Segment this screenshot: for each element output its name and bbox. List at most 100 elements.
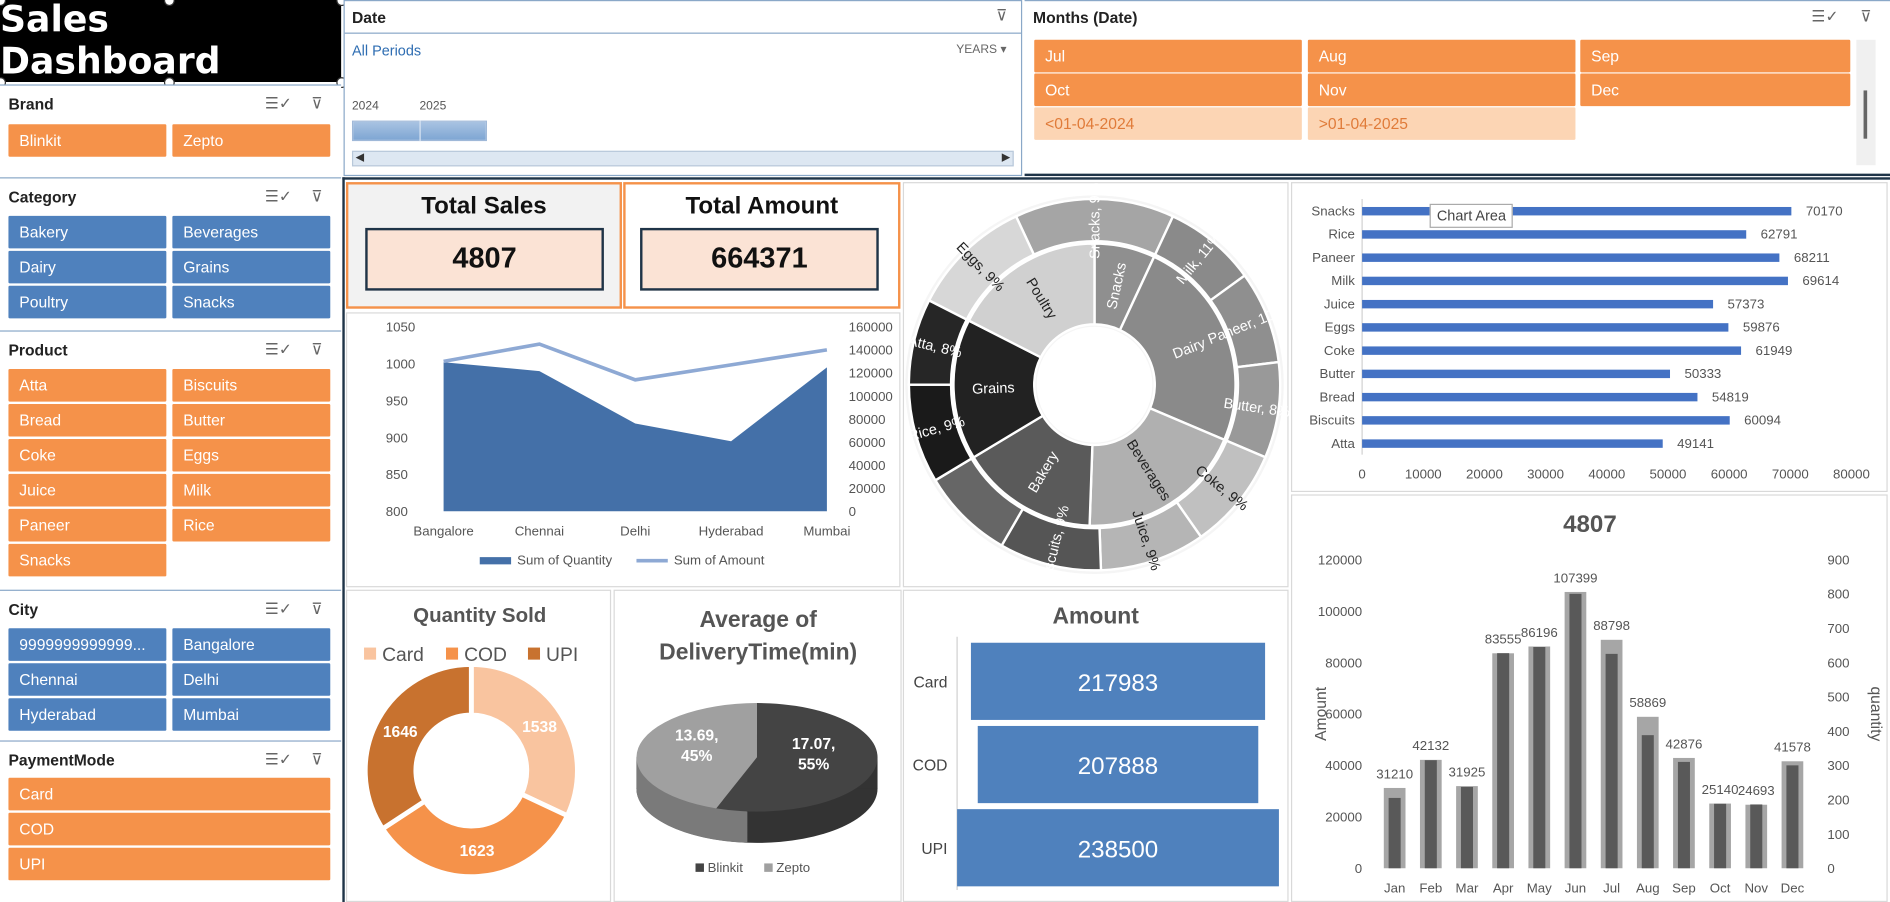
clear-filter-icon[interactable]: ⊽ [305,186,329,208]
quantity-bar[interactable] [1569,593,1582,869]
slicer-item-bangalore[interactable]: Bangalore [172,628,331,661]
slicer-item-before[interactable]: <01-04-2024 [1034,107,1302,140]
slicer-item-beverages[interactable]: Beverages [172,215,331,249]
product-bar[interactable] [1362,206,1792,216]
slicer-item-poultry[interactable]: Poultry [8,285,167,319]
slicer-item-chennai[interactable]: Chennai [8,663,167,696]
clear-filter-icon[interactable]: ⊽ [305,598,329,620]
slicer-item-mumbai[interactable]: Mumbai [172,698,331,731]
clear-filter-icon[interactable]: ⊽ [305,339,329,361]
quantity-bar[interactable] [1677,761,1690,869]
slicer-item-milk[interactable]: Milk [172,473,331,507]
slicer-item-paneer[interactable]: Paneer [8,508,167,542]
slicer-item-snacks[interactable]: Snacks [172,285,331,319]
product-bar[interactable] [1362,369,1671,379]
multi-select-icon[interactable]: ☰✓ [265,93,292,115]
quantity-bar[interactable] [1424,760,1437,869]
city-chart-panel[interactable]: 800 850 900 950 1000 1050 0 20000 40000 60000 8000… [345,312,901,588]
slicer-item-snacks[interactable]: Snacks [8,543,167,577]
slicer-item-sep[interactable]: Sep [1580,39,1851,73]
slicer-item-delhi[interactable]: Delhi [172,663,331,696]
delivery-time-panel[interactable]: Average of DeliveryTime(min) 17.07, 55% 13.6… [613,589,902,902]
product-bar[interactable] [1362,416,1730,425]
quantity-bar[interactable] [1750,804,1763,869]
scroll-right-icon[interactable]: ▶ [1002,151,1010,164]
product-bar[interactable] [1362,392,1698,402]
slicer-item-cod[interactable]: COD [8,812,331,846]
multi-select-icon[interactable]: ☰✓ [265,339,292,361]
y2-tick-label: 200 [1827,792,1849,807]
slicer-item-grains[interactable]: Grains [172,250,331,284]
year-label-2024: 2024 [351,100,379,114]
slicer-item-bakery[interactable]: Bakery [8,215,167,249]
clear-filter-icon[interactable]: ⊽ [990,5,1014,27]
amount-panel[interactable]: Amount Card 217983 COD 207888 UPI 238500 [902,589,1289,902]
multi-select-icon[interactable]: ☰✓ [1811,6,1838,28]
quantity-bar[interactable] [1786,765,1799,869]
slicer-item-aug[interactable]: Aug [1307,39,1576,73]
slicer-item-unknown-city[interactable]: 9999999999999... [8,628,167,661]
quantity-bar[interactable] [1460,786,1473,869]
slicer-item-rice[interactable]: Rice [172,508,331,542]
slicer-item-eggs[interactable]: Eggs [172,438,331,472]
slicer-item-biscuits[interactable]: Biscuits [172,369,331,402]
product-bar[interactable] [1362,299,1714,309]
slicer-item-atta[interactable]: Atta [8,369,167,402]
product-bar[interactable] [1362,253,1780,262]
clear-filter-icon[interactable]: ⊽ [305,93,329,115]
data-label: 49141 [1677,436,1714,451]
quantity-bar[interactable] [1605,653,1618,869]
slicer-item-bread[interactable]: Bread [8,403,167,437]
category-label: Snacks [1311,203,1355,218]
clear-filter-icon[interactable]: ⊽ [1854,6,1878,28]
product-bar[interactable] [1362,323,1729,332]
slicer-item-zepto[interactable]: Zepto [172,124,331,157]
quantity-sold-chart: Quantity SoldCard COD UPI153816231646 [362,604,580,880]
slicer-item-oct[interactable]: Oct [1034,73,1302,107]
category-sunburst-panel[interactable]: Snacks Dairy Beverages Bakery Grains Poultry S… [902,182,1291,588]
slicer-item-dairy[interactable]: Dairy [8,250,167,284]
quantity-sold-panel[interactable]: Quantity Sold Card COD UPI 1538 1623 1646 [345,589,612,902]
donut-slice[interactable] [362,662,474,833]
scroll-left-icon[interactable]: ◀ [356,151,364,164]
x-tick-label: 10000 [1405,467,1442,482]
multi-select-icon[interactable]: ☰✓ [265,749,292,771]
quantity-bar[interactable] [1641,735,1654,869]
product-bar[interactable] [1362,439,1663,448]
y-tick-label: 800 [386,504,408,519]
product-bar[interactable] [1362,230,1747,239]
category-label: Butter [1320,366,1356,381]
quantity-bar[interactable] [1714,803,1727,869]
product-bar[interactable] [1362,276,1788,286]
slicer-item-upi[interactable]: UPI [8,847,331,881]
dashboard-title[interactable]: Sales Dashboard [0,0,342,83]
x-tick-label: 50000 [1650,467,1687,482]
timeline-scrollbar[interactable]: ◀ ▶ [351,150,1014,167]
product-bar[interactable] [1362,346,1742,355]
multi-select-icon[interactable]: ☰✓ [265,598,292,620]
slicer-item-jul[interactable]: Jul [1034,39,1302,73]
category-label: Biscuits [1309,413,1355,428]
time-level-dropdown[interactable]: YEARS ▾ [956,43,1006,56]
y2-tick-label: 20000 [849,481,886,496]
slicer-item-card[interactable]: Card [8,777,331,811]
quantity-bar[interactable] [1533,647,1546,869]
slicer-item-coke[interactable]: Coke [8,438,167,472]
monthly-chart-panel[interactable]: 4807 0 20000 40000 60000 80000 100000 120000 0 10… [1290,494,1888,902]
slicer-item-nov[interactable]: Nov [1307,73,1576,107]
slicer-item-butter[interactable]: Butter [172,403,331,437]
y-tick-label: 850 [386,467,408,482]
series-quantity-area[interactable] [443,362,827,512]
quantity-bar[interactable] [1388,797,1401,869]
product-bar-panel[interactable]: 0 10000 20000 30000 40000 50000 60000 70000 8000… [1290,182,1888,493]
slicer-item-blinkit[interactable]: Blinkit [8,124,167,157]
months-scrollbar[interactable] [1856,39,1876,166]
scroll-thumb[interactable] [1863,90,1868,139]
multi-select-icon[interactable]: ☰✓ [265,186,292,208]
quantity-bar[interactable] [1497,653,1510,869]
slicer-item-juice[interactable]: Juice [8,473,167,507]
clear-filter-icon[interactable]: ⊽ [305,749,329,771]
slicer-item-after[interactable]: >01-04-2025 [1307,107,1576,140]
slicer-item-hyderabad[interactable]: Hyderabad [8,698,167,731]
slicer-item-dec[interactable]: Dec [1580,73,1851,107]
